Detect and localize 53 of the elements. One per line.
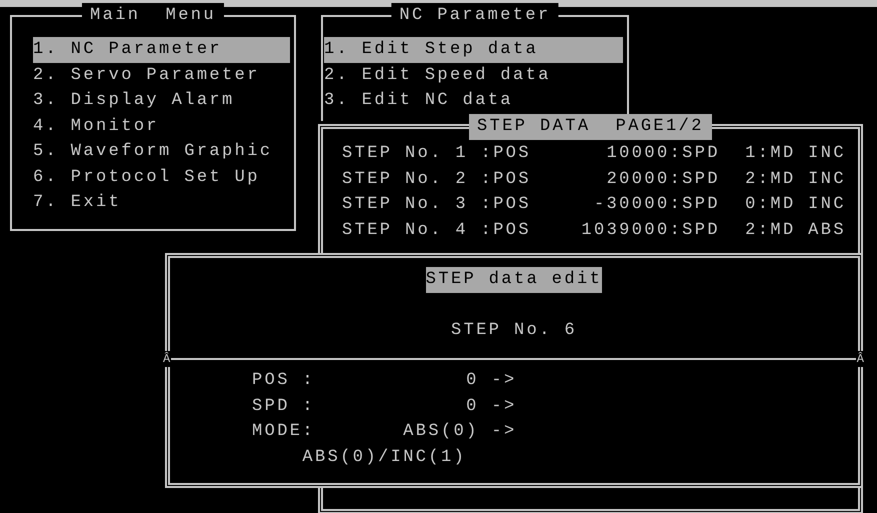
menu-item[interactable]: 5. Waveform Graphic	[33, 139, 290, 164]
column-label: :MD	[758, 143, 796, 165]
column-label: :SPD	[670, 194, 720, 216]
menu-item[interactable]: 7. Exit	[33, 190, 290, 216]
menu-item[interactable]: 3. Edit NC data	[324, 88, 623, 114]
divider-mark: Â	[856, 351, 865, 367]
speed-value: 2	[744, 168, 758, 190]
menu-item[interactable]: 6. Protocol Set Up	[33, 164, 290, 190]
mode-hint: ABS(0)/INC(1)	[302, 446, 468, 468]
column-label: :POS	[480, 194, 531, 216]
field-value: 0	[465, 396, 479, 418]
divider-mark: Â	[162, 351, 172, 367]
position-value: 10000	[606, 143, 670, 165]
column-label: :SPD	[670, 220, 720, 242]
arrow-text: ->	[491, 370, 518, 392]
column-label: :POS	[480, 143, 531, 165]
speed-value: 0	[744, 194, 758, 216]
field-label: MODE:	[252, 421, 315, 443]
column-label: :MD	[758, 194, 796, 216]
step-number: STEP No. 6	[450, 320, 578, 342]
panel-title: STEP DATA PAGE1/2	[469, 114, 712, 140]
field-value: 0	[465, 370, 479, 392]
menu-item[interactable]: 2. Edit Speed data	[324, 62, 623, 88]
mode-value: INC	[807, 168, 846, 190]
mode-value: INC	[807, 194, 846, 216]
field-label: POS :	[252, 370, 315, 392]
position-value: 20000	[606, 168, 670, 190]
position-value: 1039000	[580, 220, 670, 242]
step-number: STEP No. 4	[342, 220, 470, 242]
position-value: -30000	[592, 194, 670, 216]
menu-item[interactable]: 4. Monitor	[33, 114, 290, 139]
field-label: SPD :	[252, 396, 315, 418]
mode-value: ABS	[807, 220, 846, 242]
menu-item[interactable]: 3. Display Alarm	[33, 88, 290, 114]
mode-value: INC	[807, 143, 846, 165]
menu-item[interactable]: 1. NC Parameter	[33, 37, 290, 62]
column-label: :SPD	[670, 143, 720, 165]
step-number: STEP No. 2	[342, 168, 470, 190]
step-number: STEP No. 3	[342, 194, 470, 216]
column-label: :MD	[758, 168, 796, 190]
field-value: ABS(0)	[402, 421, 479, 443]
speed-value: 1	[744, 143, 758, 165]
column-label: :MD	[758, 220, 796, 242]
speed-value: 2	[744, 220, 758, 242]
menu-item[interactable]: 1. Edit Step data	[324, 37, 623, 62]
arrow-text: ->	[491, 421, 518, 443]
column-label: :SPD	[670, 168, 720, 190]
column-label: :POS	[480, 168, 531, 190]
column-label: :POS	[480, 220, 531, 242]
dialog-title: STEP data edit	[426, 267, 602, 292]
step-number: STEP No. 1	[342, 143, 470, 165]
arrow-text: ->	[491, 396, 518, 418]
menu-item[interactable]: 2. Servo Parameter	[33, 62, 290, 88]
